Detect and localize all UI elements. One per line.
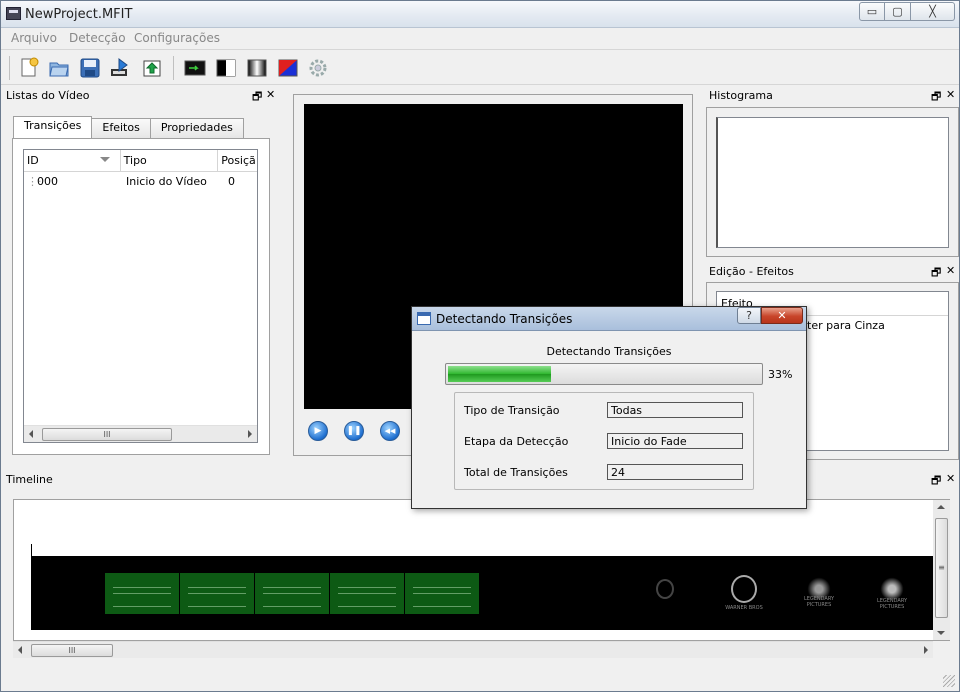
timeline-cursor[interactable]: [31, 544, 32, 556]
effects-close-button[interactable]: ✕: [946, 264, 955, 277]
minimize-button[interactable]: ▭: [859, 2, 885, 21]
lists-dock-close-button[interactable]: ✕: [266, 88, 275, 101]
title-bar: NewProject.MFIT ▭ ▢ ╳: [1, 1, 959, 28]
detect-dissolve-icon[interactable]: [246, 57, 268, 79]
scroll-right-icon[interactable]: [248, 430, 252, 438]
scroll-left-icon[interactable]: [18, 646, 22, 654]
timeline-dark-logo: [656, 579, 674, 599]
timeline-vscrollbar[interactable]: ≡: [933, 500, 950, 640]
import-video-icon[interactable]: [109, 57, 131, 79]
field-label-tipo: Tipo de Transição: [464, 404, 560, 417]
effect-item[interactable]: ter para Cinza: [807, 319, 885, 332]
pause-button[interactable]: ❚❚: [344, 421, 364, 441]
dialog-window-icon: [417, 312, 431, 325]
timeline-close-button[interactable]: ✕: [946, 472, 955, 485]
timeline-vscroll-thumb[interactable]: ≡: [935, 518, 948, 618]
dialog-title: Detectando Transições: [436, 312, 573, 326]
scroll-right-icon[interactable]: [924, 646, 928, 654]
timeline-frame[interactable]: [330, 573, 404, 614]
settings-gear-icon[interactable]: [307, 57, 329, 79]
maximize-button[interactable]: ▢: [885, 2, 911, 21]
field-value-total: 24: [607, 464, 743, 480]
wb-logo: [731, 575, 757, 603]
effects-float-button[interactable]: 🗗: [931, 264, 941, 283]
legendary-logo-text: LEGENDARY PICTURES: [876, 598, 908, 610]
legendary-logo-text: LEGENDARY PICTURES: [803, 596, 835, 608]
dialog-help-button[interactable]: ?: [737, 307, 761, 324]
wb-logo-text: WARNER BROS: [725, 605, 763, 611]
sort-arrow-icon: [99, 157, 110, 162]
play-button[interactable]: ▶: [308, 421, 328, 441]
open-folder-icon[interactable]: [48, 57, 70, 79]
menu-arquivo[interactable]: Arquivo: [11, 31, 57, 45]
tree-hscrollbar[interactable]: III: [24, 425, 257, 442]
menu-configuracoes[interactable]: Configurações: [134, 31, 220, 45]
column-posicao[interactable]: Posiçã: [218, 150, 257, 172]
new-project-icon[interactable]: [18, 57, 40, 79]
scroll-down-icon[interactable]: [937, 631, 945, 635]
dialog-close-button[interactable]: ✕: [761, 307, 803, 324]
histogram-view: [716, 117, 949, 248]
menu-bar: Arquivo Detecção Configurações: [1, 28, 959, 50]
field-value-etapa: Inicio do Fade: [607, 433, 743, 449]
main-window: NewProject.MFIT ▭ ▢ ╳ Arquivo Detecção C…: [0, 0, 960, 692]
column-id[interactable]: ID: [24, 150, 121, 172]
tree-row[interactable]: ⋮· 000 Inicio do Vídeo 0: [24, 173, 257, 191]
timeline-frame[interactable]: [405, 573, 479, 614]
dialog-status-label: Detectando Transições: [546, 345, 672, 358]
effects-dock-header: Edição - Efeitos 🗗 ✕: [704, 263, 959, 281]
tab-propriedades[interactable]: Propriedades: [149, 118, 244, 138]
toolbar: [1, 51, 959, 85]
tab-efeitos[interactable]: Efeitos: [91, 118, 151, 138]
lists-tabs: Transições Efeitos Propriedades: [13, 116, 244, 138]
progress-fill: [448, 366, 551, 382]
scroll-up-icon[interactable]: [937, 505, 945, 509]
transitions-tree[interactable]: ID Tipo Posiçã ⋮· 000 Inicio do Vídeo 0 …: [23, 149, 258, 443]
timeline-float-button[interactable]: 🗗: [931, 472, 941, 491]
app-icon: [6, 7, 21, 20]
effects-dock-title: Edição - Efeitos: [709, 265, 794, 278]
field-label-total: Total de Transições: [464, 466, 568, 479]
close-window-button[interactable]: ╳: [911, 2, 955, 21]
rewind-button[interactable]: ◀◀: [380, 421, 400, 441]
detection-progress-bar: [445, 363, 763, 385]
row-id: 000: [37, 175, 58, 188]
lists-dock-header: Listas do Vídeo 🗗 ✕: [1, 87, 286, 105]
timeline-frame[interactable]: [255, 573, 329, 614]
size-grip[interactable]: [943, 675, 955, 687]
field-value-tipo: Todas: [607, 402, 743, 418]
lists-dock-float-button[interactable]: 🗗: [252, 88, 262, 107]
histogram-dock-title: Histograma: [709, 89, 773, 102]
progress-percent: 33%: [768, 368, 793, 381]
timeline-scroll-thumb[interactable]: III: [31, 644, 113, 657]
tree-scroll-thumb[interactable]: III: [42, 428, 172, 441]
column-tipo[interactable]: Tipo: [121, 150, 219, 172]
timeline-dock-title: Timeline: [6, 473, 53, 486]
menu-deteccao[interactable]: Detecção: [69, 31, 126, 45]
save-icon[interactable]: [79, 57, 101, 79]
timeline-frame[interactable]: [105, 573, 179, 614]
scroll-left-icon[interactable]: [29, 430, 33, 438]
detection-info-group: Tipo de Transição Todas Etapa da Detecçã…: [454, 392, 754, 490]
row-posicao: 0: [228, 175, 235, 188]
lists-dock-title: Listas do Vídeo: [6, 89, 90, 102]
field-label-etapa: Etapa da Detecção: [464, 435, 569, 448]
histogram-close-button[interactable]: ✕: [946, 88, 955, 101]
timeline-hscrollbar[interactable]: III: [13, 641, 933, 658]
window-title: NewProject.MFIT: [25, 7, 133, 22]
detect-fade-icon[interactable]: [215, 57, 237, 79]
histogram-dock-header: Histograma 🗗 ✕: [704, 87, 959, 105]
export-icon[interactable]: [141, 57, 163, 79]
timeline-frame[interactable]: [180, 573, 254, 614]
detect-wipe-icon[interactable]: [277, 57, 299, 79]
detection-dialog: Detectando Transições ? ✕ Detectando Tra…: [411, 306, 807, 509]
histogram-float-button[interactable]: 🗗: [931, 88, 941, 107]
row-tipo: Inicio do Vídeo: [126, 175, 207, 188]
detect-cuts-icon[interactable]: [184, 57, 206, 79]
tab-transicoes[interactable]: Transições: [13, 116, 93, 138]
